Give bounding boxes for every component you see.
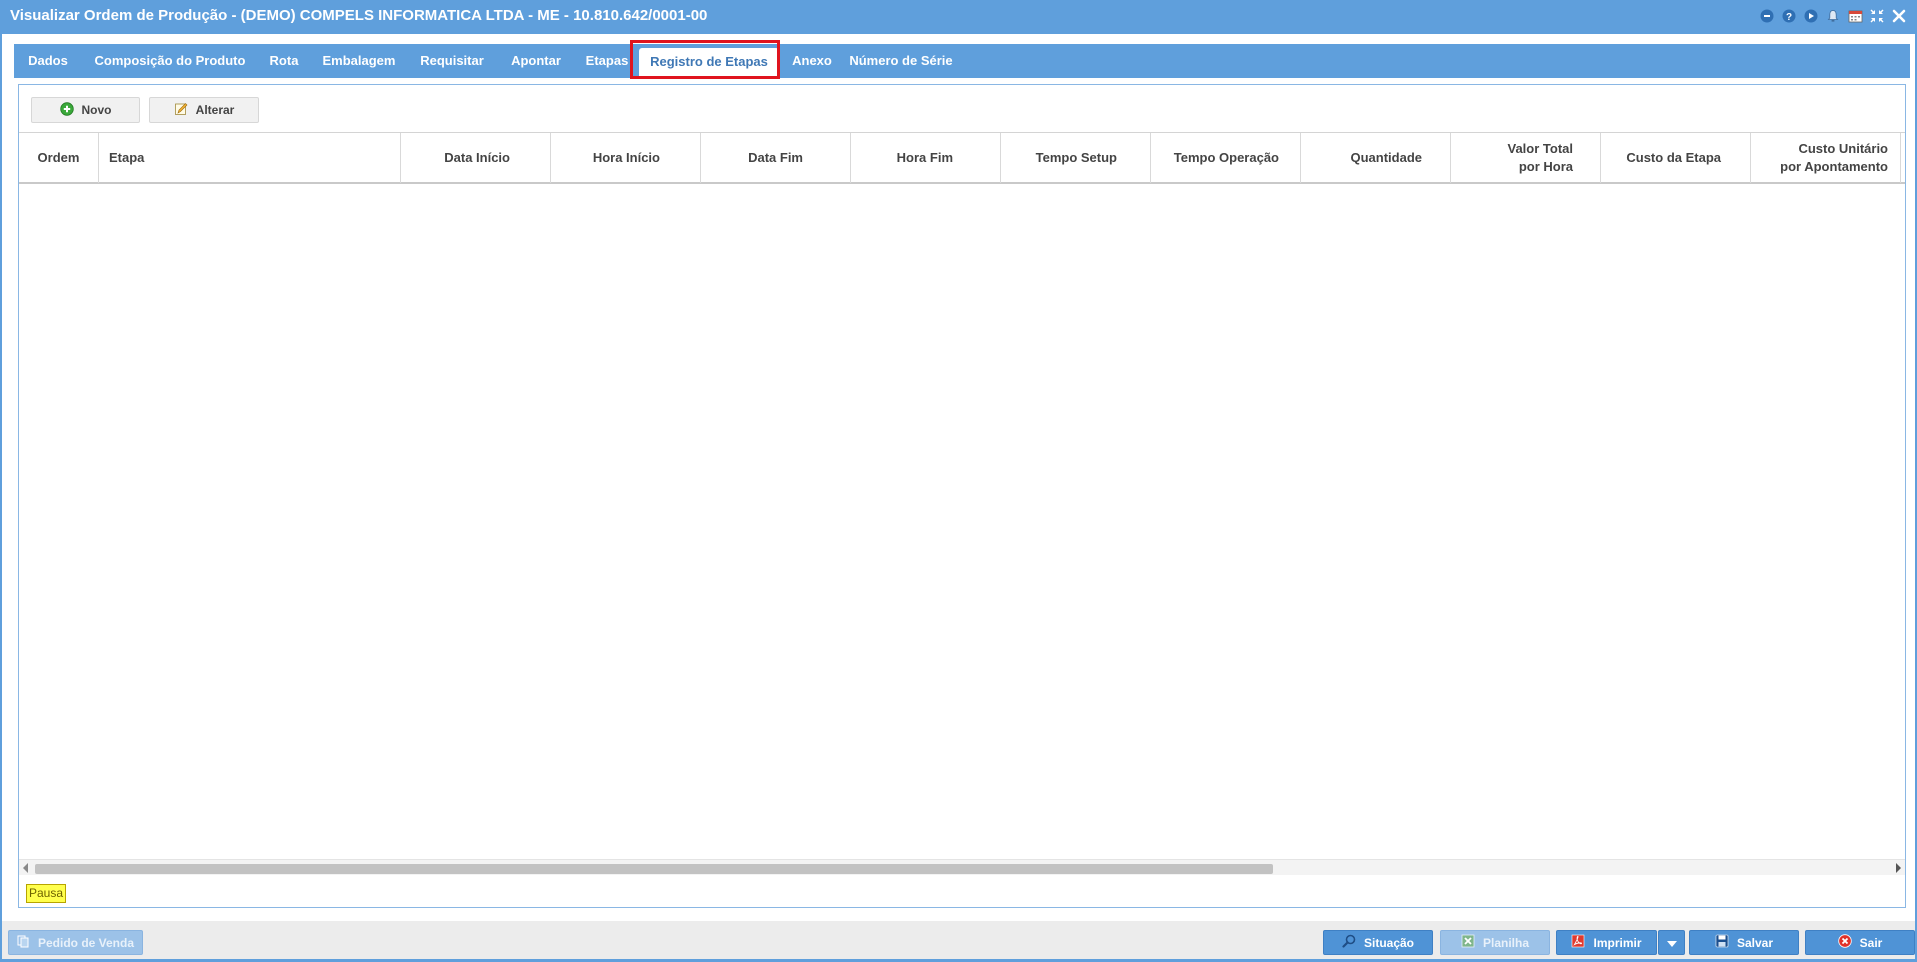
tab-anexo[interactable]: Anexo <box>781 44 843 78</box>
window-controls: ? <box>1759 8 1907 24</box>
col-data-inicio[interactable]: Data Início <box>401 133 551 183</box>
sales-order-label: Pedido de Venda <box>37 935 135 950</box>
save-label: Salvar <box>1736 935 1774 950</box>
registro-etapas-panel: Novo Alterar Ordem Etapa Data Início Hor… <box>18 84 1906 908</box>
document-icon <box>17 934 30 951</box>
search-icon <box>1342 934 1356 951</box>
print-label: Imprimir <box>1593 935 1642 950</box>
col-tempo-operacao[interactable]: Tempo Operação <box>1151 133 1301 183</box>
tab-registro-de-etapas[interactable]: Registro de Etapas <box>639 48 779 78</box>
edit-icon <box>174 102 188 119</box>
horizontal-scrollbar[interactable] <box>19 859 1905 875</box>
tab-rota[interactable]: Rota <box>258 44 310 78</box>
col-hora-inicio[interactable]: Hora Início <box>551 133 701 183</box>
sales-order-button[interactable]: Pedido de Venda <box>8 930 143 955</box>
tab-embalagem[interactable]: Embalagem <box>310 44 408 78</box>
save-button[interactable]: Salvar <box>1689 930 1799 955</box>
edit-button[interactable]: Alterar <box>149 97 259 123</box>
pause-legend: Pausa <box>26 884 67 903</box>
spreadsheet-label: Planilha <box>1482 935 1529 950</box>
close-icon[interactable] <box>1891 8 1907 24</box>
chevron-down-icon <box>1666 936 1677 950</box>
col-custo-unitario-por-apontamento[interactable]: Custo Unitário por Apontamento <box>1751 133 1901 183</box>
col-quantidade[interactable]: Quantidade <box>1301 133 1451 183</box>
content-area: Dados Composição do Produto Rota Embalag… <box>2 34 1915 959</box>
minimize-circle-icon[interactable] <box>1759 8 1775 24</box>
print-button[interactable]: Imprimir <box>1556 930 1657 955</box>
scrollbar-thumb[interactable] <box>35 864 1273 874</box>
col-valor-total-por-hora[interactable]: Valor Total por Hora <box>1451 133 1601 183</box>
situation-label: Situação <box>1363 935 1414 950</box>
footer-bar: Pedido de Venda Situação Planilha Imprim… <box>2 921 1915 959</box>
floppy-disk-icon <box>1715 934 1729 951</box>
window-title: Visualizar Ordem de Produção - (DEMO) CO… <box>10 7 708 24</box>
grid-header: Ordem Etapa Data Início Hora Início Data… <box>19 132 1905 184</box>
exit-button[interactable]: Sair <box>1805 930 1915 955</box>
scroll-right-icon[interactable] <box>1896 863 1901 873</box>
svg-text:?: ? <box>1786 12 1792 23</box>
col-custo-unitario-line2: por Apontamento <box>1780 159 1888 174</box>
col-custo-etapa[interactable]: Custo da Etapa <box>1601 133 1751 183</box>
main-window: Visualizar Ordem de Produção - (DEMO) CO… <box>0 0 1917 962</box>
grid-body <box>19 184 1905 859</box>
col-ordem[interactable]: Ordem <box>19 133 99 183</box>
calendar-icon[interactable] <box>1847 8 1863 24</box>
spreadsheet-button[interactable]: Planilha <box>1440 930 1550 955</box>
excel-icon <box>1461 934 1475 951</box>
edit-button-label: Alterar <box>195 103 235 117</box>
tab-etapas[interactable]: Etapas <box>576 44 638 78</box>
shrink-icon[interactable] <box>1869 8 1885 24</box>
tab-dados[interactable]: Dados <box>14 44 82 78</box>
help-icon[interactable]: ? <box>1781 8 1797 24</box>
bell-icon[interactable] <box>1825 8 1841 24</box>
play-icon[interactable] <box>1803 8 1819 24</box>
tab-composicao-produto[interactable]: Composição do Produto <box>82 44 258 78</box>
tab-bar: Dados Composição do Produto Rota Embalag… <box>14 44 1910 78</box>
exit-icon <box>1837 934 1852 951</box>
new-button-label: Novo <box>81 103 112 117</box>
tab-requisitar[interactable]: Requisitar <box>408 44 496 78</box>
pdf-icon <box>1571 934 1585 951</box>
col-data-fim[interactable]: Data Fim <box>701 133 851 183</box>
title-bar: Visualizar Ordem de Produção - (DEMO) CO… <box>0 0 1917 34</box>
new-button[interactable]: Novo <box>31 97 140 123</box>
col-valor-total-line2: por Hora <box>1518 159 1573 174</box>
scroll-left-icon[interactable] <box>23 863 28 873</box>
col-valor-total-line1: Valor Total <box>1507 141 1574 156</box>
add-icon <box>59 101 74 119</box>
col-tempo-setup[interactable]: Tempo Setup <box>1001 133 1151 183</box>
situation-button[interactable]: Situação <box>1323 930 1433 955</box>
exit-label: Sair <box>1859 935 1883 950</box>
col-hora-fim[interactable]: Hora Fim <box>851 133 1001 183</box>
col-custo-unitario-line1: Custo Unitário <box>1798 141 1888 156</box>
tab-apontar[interactable]: Apontar <box>496 44 576 78</box>
print-dropdown-button[interactable] <box>1658 930 1685 955</box>
col-etapa[interactable]: Etapa <box>99 133 401 183</box>
tab-numero-de-serie[interactable]: Número de Série <box>843 44 959 78</box>
